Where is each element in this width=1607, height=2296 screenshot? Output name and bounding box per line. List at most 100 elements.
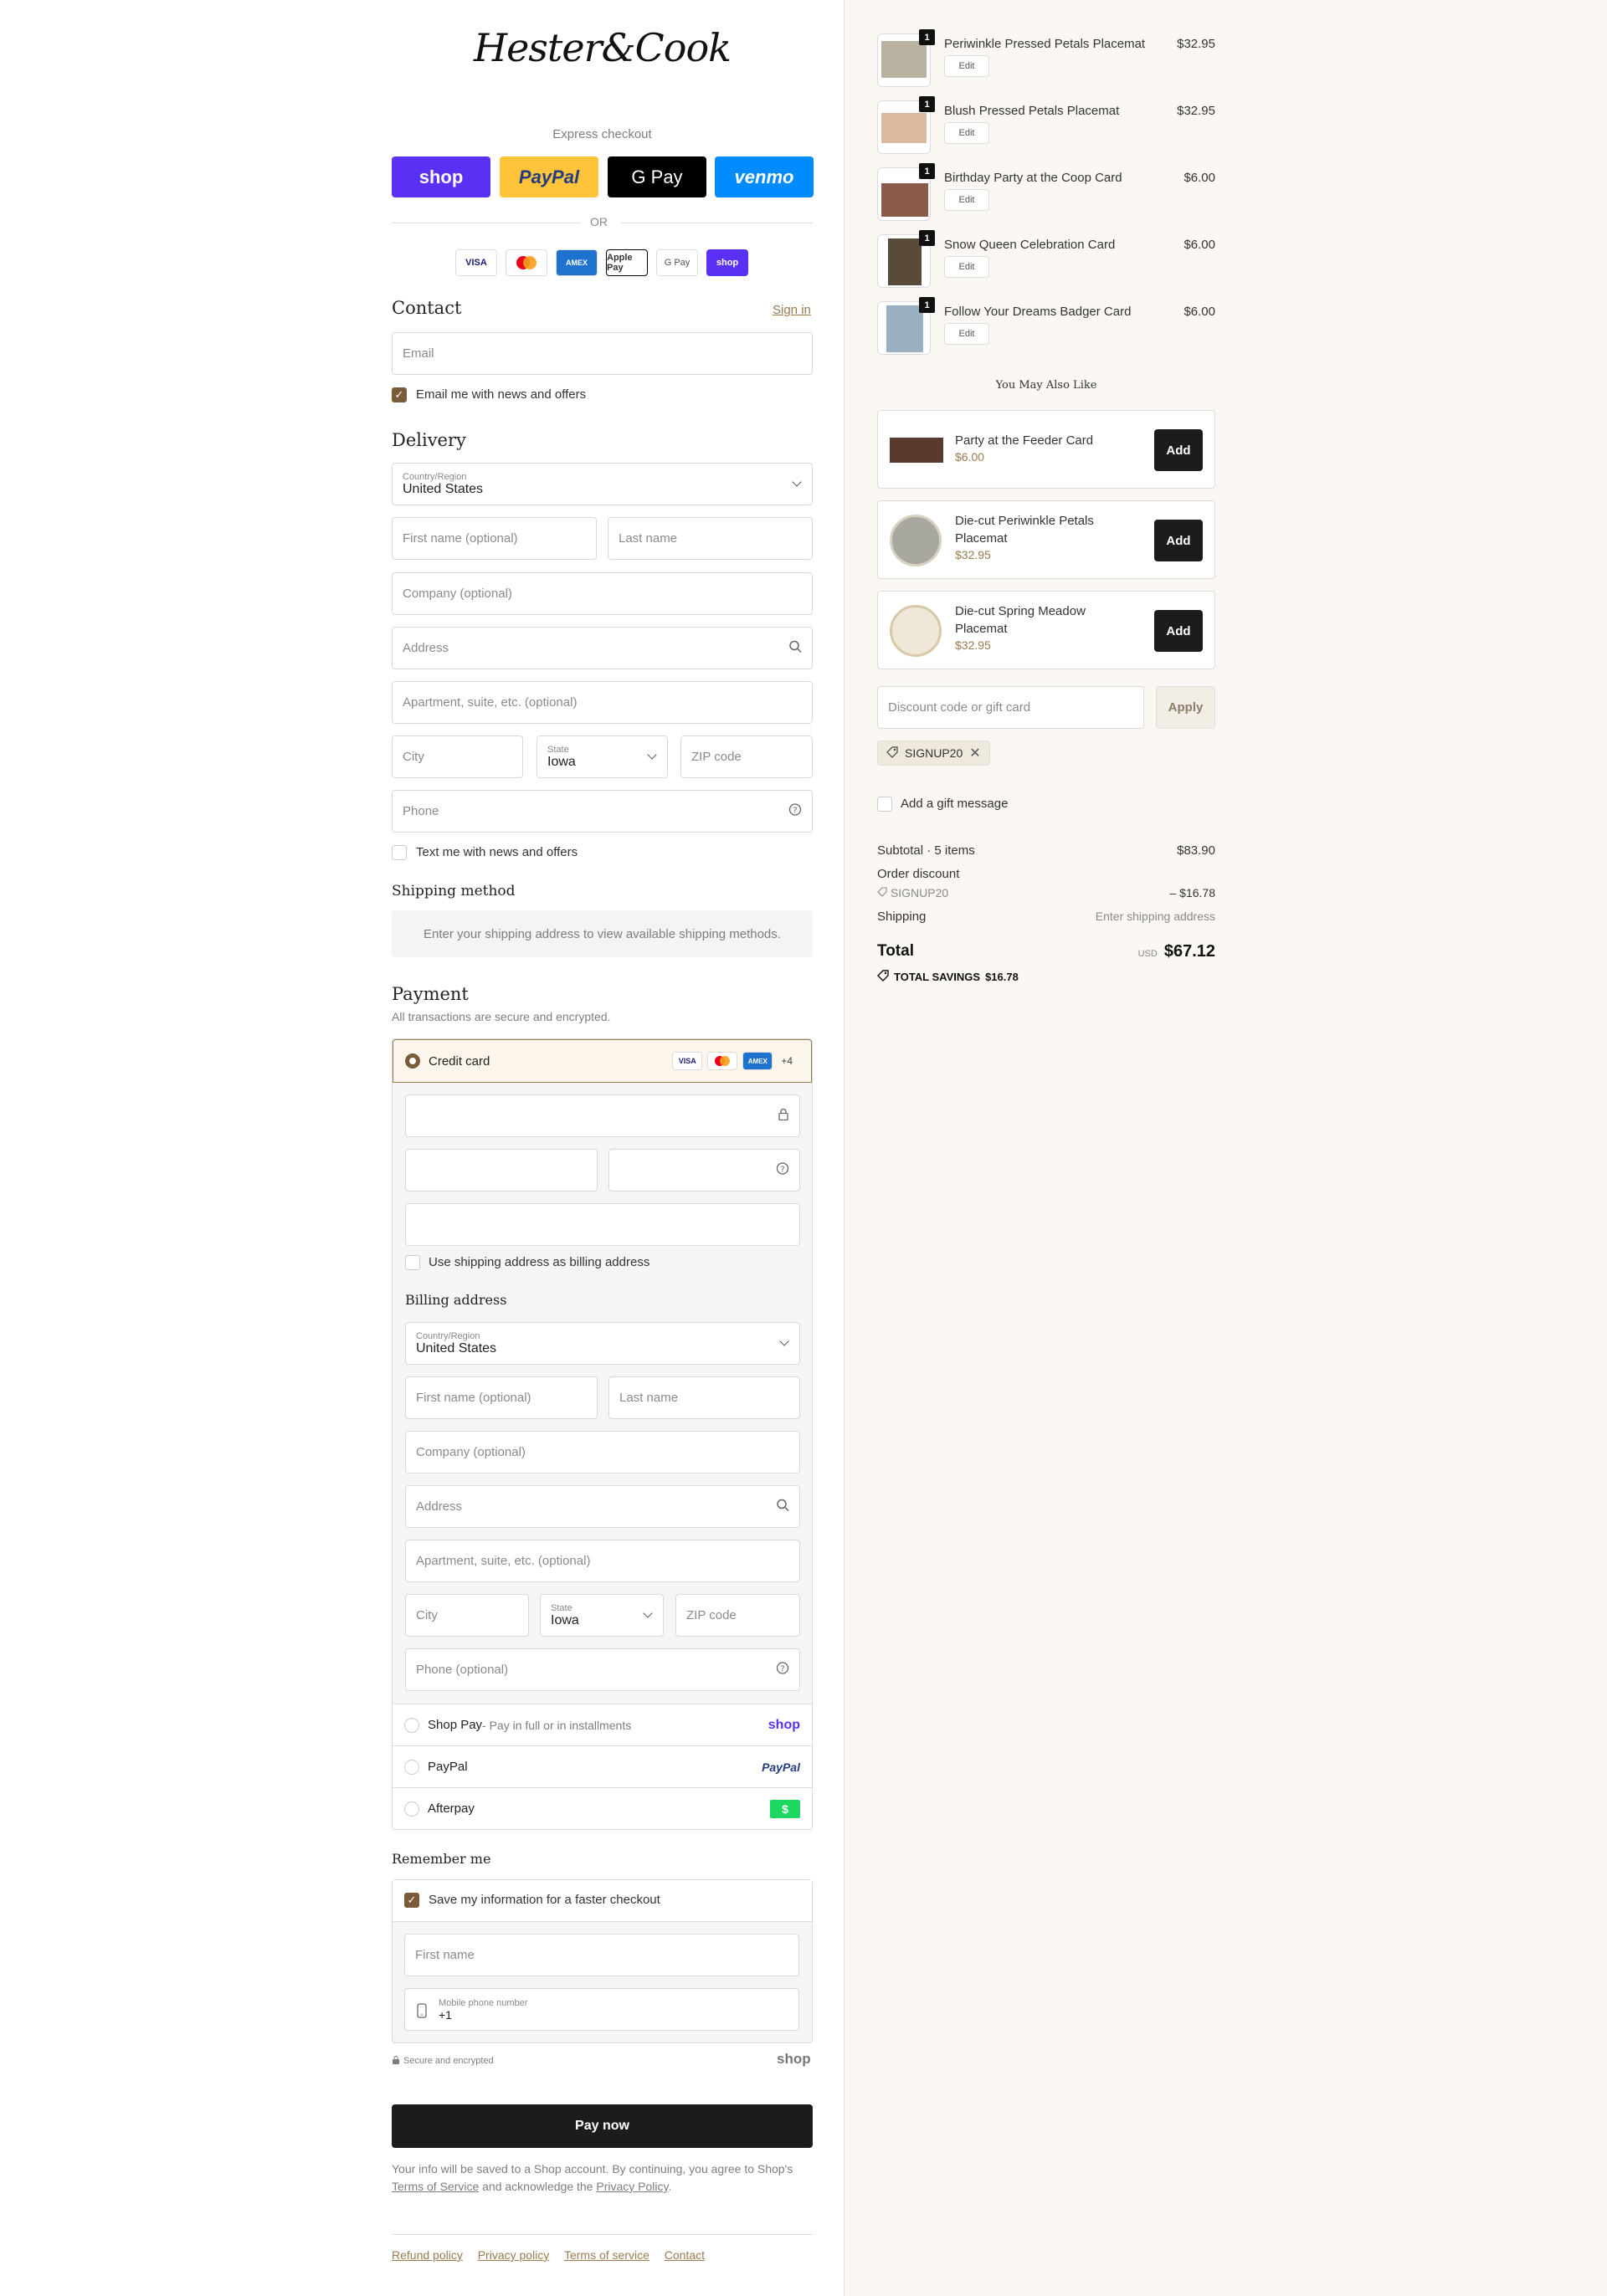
terms-of-service-link[interactable]: Terms of service	[564, 2248, 649, 2262]
delivery-heading: Delivery	[392, 430, 466, 450]
cart-item: 1 Follow Your Dreams Badger Card $6.00 E…	[877, 297, 1215, 360]
shipping-method-notice: Enter your shipping address to view avai…	[392, 910, 813, 957]
pay-now-button[interactable]: Pay now	[392, 2104, 813, 2148]
paypal-button[interactable]: PayPal	[500, 156, 598, 197]
item-name: Snow Queen Celebration Card	[944, 238, 1116, 252]
expiration-field[interactable]	[405, 1149, 598, 1192]
edit-button[interactable]: Edit	[944, 323, 989, 345]
tag-icon	[877, 886, 887, 899]
paypal-label: PayPal	[428, 1760, 468, 1774]
refund-policy-link[interactable]: Refund policy	[392, 2248, 463, 2262]
venmo-button[interactable]: venmo	[715, 156, 814, 197]
credit-card-radio[interactable]	[405, 1053, 420, 1069]
name-on-card-field[interactable]	[405, 1203, 800, 1246]
item-price: $6.00	[1183, 238, 1215, 252]
product-image	[888, 238, 922, 285]
discount-code-field[interactable]: Discount code or gift card	[877, 686, 1144, 729]
billing-country-select[interactable]: Country/Region United States	[405, 1322, 800, 1365]
product-image	[881, 113, 927, 143]
recommendation-card: Party at the Feeder Card $6.00 Add	[877, 410, 1215, 489]
total-row: Total USD $67.12	[877, 942, 1215, 964]
billing-state-select[interactable]: State Iowa	[540, 1594, 664, 1637]
security-code-field[interactable]: ?	[608, 1149, 800, 1192]
add-button[interactable]: Add	[1154, 429, 1203, 471]
total-savings-value: $16.78	[985, 971, 1019, 983]
shop-pay-radio[interactable]	[404, 1717, 419, 1733]
billing-company-field[interactable]: Company (optional)	[405, 1431, 800, 1473]
subtotal-row: Subtotal · 5 items $83.90	[877, 843, 1215, 858]
express-checkout-label: Express checkout	[552, 127, 652, 141]
credit-card-option[interactable]: Credit card VISA AMEX +4	[393, 1039, 812, 1083]
gift-message-label: Add a gift message	[901, 797, 1009, 811]
shop-logo: shop	[777, 2051, 811, 2067]
remember-first-name-field[interactable]: First name	[404, 1934, 799, 1976]
product-image	[886, 305, 923, 352]
edit-button[interactable]: Edit	[944, 256, 989, 278]
address-field[interactable]: Address	[392, 627, 813, 669]
brand-logo[interactable]: Hester&Cook	[392, 25, 813, 70]
country-select[interactable]: Country/Region United States	[392, 463, 813, 505]
company-field[interactable]: Company (optional)	[392, 572, 813, 615]
use-shipping-checkbox[interactable]	[405, 1255, 420, 1270]
help-icon[interactable]: ?	[788, 802, 802, 820]
email-field[interactable]: Email	[392, 332, 813, 375]
product-thumbnail: 1	[877, 297, 935, 355]
save-info-checkbox[interactable]: ✓	[404, 1893, 419, 1908]
payment-subtitle: All transactions are secure and encrypte…	[392, 1010, 611, 1023]
gift-message-checkbox[interactable]	[877, 797, 892, 812]
visa-icon: VISA	[455, 249, 497, 276]
paypal-option[interactable]: PayPal PayPal	[393, 1745, 812, 1787]
billing-address-field[interactable]: Address	[405, 1485, 800, 1528]
applied-discount-tag: SIGNUP20 ✕	[877, 741, 990, 766]
first-name-field[interactable]: First name (optional)	[392, 517, 597, 560]
remember-heading: Remember me	[392, 1851, 491, 1867]
shop-pay-button[interactable]: shop	[392, 156, 490, 197]
billing-city-field[interactable]: City	[405, 1594, 529, 1637]
billing-apartment-field[interactable]: Apartment, suite, etc. (optional)	[405, 1540, 800, 1582]
help-icon[interactable]: ?	[776, 1161, 789, 1179]
contact-link[interactable]: Contact	[665, 2248, 705, 2262]
email-news-checkbox[interactable]: ✓	[392, 387, 407, 402]
state-select[interactable]: State Iowa	[537, 735, 668, 778]
edit-button[interactable]: Edit	[944, 55, 989, 77]
remove-discount-icon[interactable]: ✕	[969, 745, 980, 761]
product-thumbnail: 1	[877, 96, 935, 154]
paypal-logo: PayPal	[762, 1760, 800, 1774]
add-button[interactable]: Add	[1154, 610, 1203, 652]
zip-field[interactable]: ZIP code	[680, 735, 813, 778]
item-name: Birthday Party at the Coop Card	[944, 171, 1122, 185]
google-pay-button[interactable]: G Pay	[608, 156, 706, 197]
shipping-value: Enter shipping address	[1095, 910, 1215, 923]
order-discount-row: Order discount	[877, 867, 1215, 881]
apply-button[interactable]: Apply	[1156, 686, 1215, 729]
add-button[interactable]: Add	[1154, 520, 1203, 561]
mobile-phone-field[interactable]: Mobile phone number +1	[404, 1988, 799, 2031]
text-news-checkbox[interactable]	[392, 845, 407, 860]
apartment-field[interactable]: Apartment, suite, etc. (optional)	[392, 681, 813, 724]
recommendation-card: Die-cut Periwinkle Petals Placemat $32.9…	[877, 500, 1215, 579]
terms-link[interactable]: Terms of Service	[392, 2180, 479, 2193]
paypal-radio[interactable]	[404, 1759, 419, 1775]
quantity-badge: 1	[919, 297, 935, 313]
phone-field[interactable]: Phone ?	[392, 790, 813, 833]
card-number-field[interactable]	[405, 1094, 800, 1137]
tag-icon	[886, 746, 898, 761]
afterpay-radio[interactable]	[404, 1801, 419, 1817]
last-name-field[interactable]: Last name	[608, 517, 813, 560]
afterpay-option[interactable]: Afterpay $	[393, 1787, 812, 1829]
billing-zip-field[interactable]: ZIP code	[675, 1594, 800, 1637]
text-news-label: Text me with news and offers	[416, 845, 578, 859]
privacy-link[interactable]: Privacy Policy	[596, 2180, 668, 2193]
product-thumbnail: 1	[877, 163, 935, 221]
help-icon[interactable]: ?	[776, 1661, 789, 1678]
edit-button[interactable]: Edit	[944, 122, 989, 144]
billing-first-name-field[interactable]: First name (optional)	[405, 1376, 598, 1419]
billing-last-name-field[interactable]: Last name	[608, 1376, 800, 1419]
city-field[interactable]: City	[392, 735, 523, 778]
billing-phone-field[interactable]: Phone (optional) ?	[405, 1648, 800, 1691]
edit-button[interactable]: Edit	[944, 189, 989, 211]
lock-icon	[778, 1107, 789, 1125]
sign-in-link[interactable]: Sign in	[773, 303, 811, 317]
privacy-policy-link[interactable]: Privacy policy	[478, 2248, 550, 2262]
shop-pay-option[interactable]: Shop Pay - Pay in full or in installment…	[393, 1704, 812, 1745]
